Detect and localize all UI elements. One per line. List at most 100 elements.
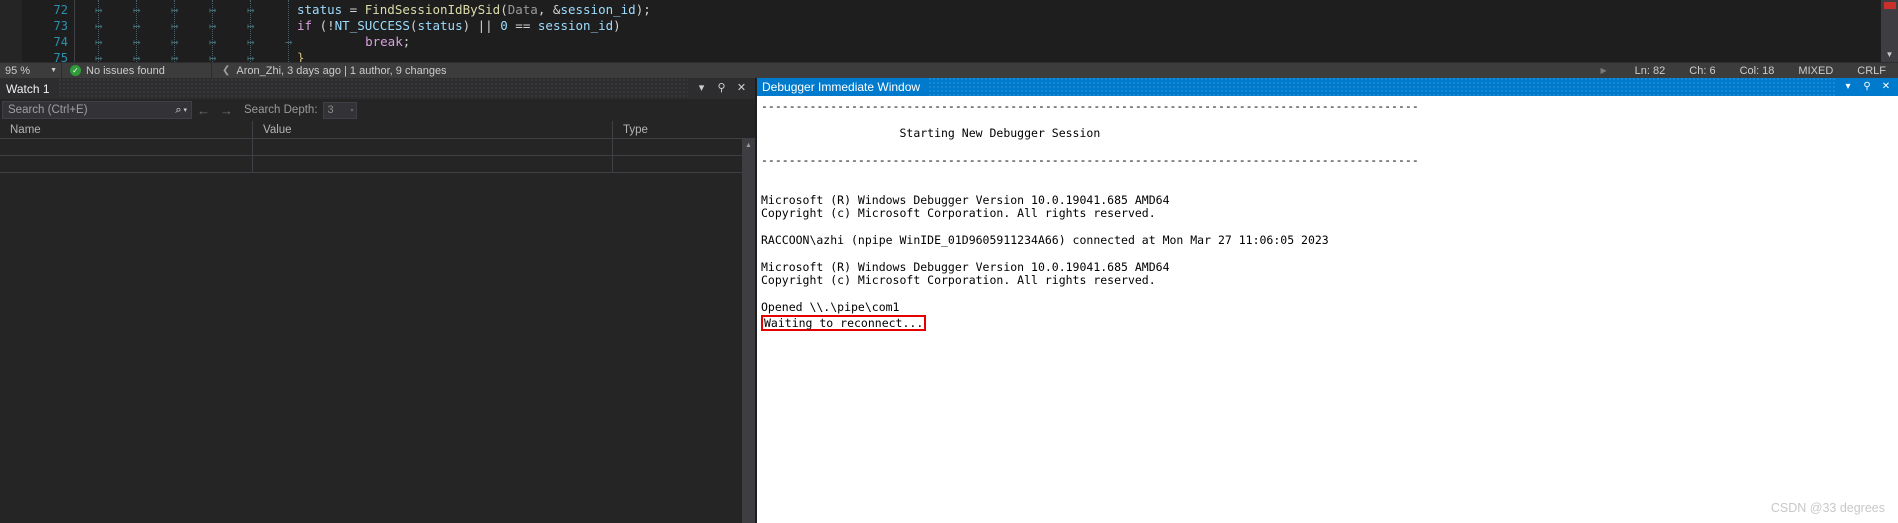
editor-indicator-margin[interactable] [0, 0, 22, 62]
debugger-output-line [761, 221, 1898, 234]
status-eol: CRLF [1857, 64, 1886, 77]
git-blame-info[interactable]: ❮ Aron_Zhi, 3 days ago | 1 author, 9 cha… [212, 63, 447, 79]
editor-status-bar: 95 % ▼ ✓ No issues found ❮ Aron_Zhi, 3 d… [0, 62, 1898, 79]
debugger-output-line: Starting New Debugger Session [761, 125, 1101, 140]
chevron-down-icon[interactable]: ▾ [351, 107, 354, 114]
close-icon[interactable]: ✕ [1881, 81, 1891, 93]
bottom-panels: Watch 1 ▾ ⚲ ✕ Search (Ctrl+E) ⌕ ▾ ← → Se… [0, 78, 1898, 523]
indent-guide [250, 0, 251, 62]
search-depth-input[interactable]: 3 ▾ [322, 101, 357, 119]
search-icon[interactable]: ⌕ [175, 104, 181, 117]
chevron-down-icon[interactable]: ▾ [1843, 81, 1853, 93]
line-number: 72 [53, 3, 68, 17]
table-cell[interactable] [613, 139, 755, 155]
pin-icon[interactable]: ⚲ [1862, 81, 1872, 93]
indent-guide [98, 0, 99, 62]
issues-status[interactable]: ✓ No issues found [62, 62, 212, 79]
table-cell[interactable] [613, 156, 755, 172]
code-line[interactable]: ↦ ↦ ↦ ↦ ↦ if (!NT_SUCCESS(status) || 0 == ses… [75, 18, 1898, 34]
table-row[interactable] [0, 139, 755, 156]
watch-title-drag-dots[interactable] [57, 78, 688, 99]
debugger-title-drag-dots[interactable] [928, 78, 1836, 96]
debugger-output-line [761, 140, 1898, 153]
search-depth-value: 3 [327, 104, 334, 116]
debugger-output-area[interactable]: ----------------------------------------… [757, 96, 1898, 523]
editor-code-area[interactable]: ↦ ↦ ↦ ↦ ↦ status = FindSessionIdBySid(Data, &… [74, 0, 1898, 65]
debugger-output-line: Copyright (c) Microsoft Corporation. All… [761, 273, 1156, 288]
debugger-output-line: ----------------------------------------… [761, 99, 1419, 113]
chevron-down-icon[interactable]: ▾ [696, 82, 707, 95]
status-line: Ln: 82 [1634, 64, 1666, 77]
watch-toolbar: Search (Ctrl+E) ⌕ ▾ ← → Search Depth: 3 … [0, 99, 755, 121]
watch-panel: Watch 1 ▾ ⚲ ✕ Search (Ctrl+E) ⌕ ▾ ← → Se… [0, 78, 757, 523]
line-number: 73 [53, 19, 68, 33]
indent-guide [288, 0, 289, 62]
indent-guide [174, 0, 175, 62]
watch-vertical-scrollbar[interactable]: ▲ [742, 139, 755, 523]
git-blame-label: Aron_Zhi, 3 days ago | 1 author, 9 chang… [236, 64, 447, 77]
table-cell[interactable] [0, 139, 253, 155]
table-cell[interactable] [253, 156, 613, 172]
column-header-name[interactable]: Name [0, 121, 253, 138]
editor-vertical-scrollbar[interactable]: ▼ [1881, 0, 1898, 62]
debugger-title-buttons: ▾ ⚲ ✕ [1836, 81, 1898, 93]
debugger-title-label: Debugger Immediate Window [762, 80, 921, 94]
editor-line-numbers: 72 73 74 75 [22, 0, 74, 65]
watch-column-headers: Name Value Type [0, 121, 755, 139]
debugger-title-bar[interactable]: Debugger Immediate Window ▾ ⚲ ✕ [757, 78, 1898, 96]
column-header-value[interactable]: Value [253, 121, 613, 138]
indent-guide [212, 0, 213, 62]
scrollbar-change-marker [1884, 2, 1896, 9]
play-triangle-icon[interactable]: ▶ [1601, 66, 1607, 75]
zoom-level: 95 % [5, 64, 31, 77]
search-prev-button[interactable]: ← [197, 103, 210, 118]
search-next-button[interactable]: → [220, 103, 233, 118]
watermark: CSDN @33 degrees [1770, 501, 1885, 515]
watch-grid: Name Value Type ▲ [0, 121, 755, 523]
debugger-output-line [761, 180, 1898, 193]
debugger-output-line: Waiting to reconnect... [761, 314, 1898, 331]
debugger-output-line: Microsoft (R) Windows Debugger Version 1… [761, 192, 1170, 207]
indent-guide [136, 0, 137, 62]
column-header-type[interactable]: Type [613, 121, 755, 138]
debugger-output-line: ----------------------------------------… [761, 152, 1419, 167]
table-cell[interactable] [0, 156, 253, 172]
table-cell[interactable] [253, 139, 613, 155]
scroll-up-arrow[interactable]: ▲ [742, 139, 755, 152]
issues-label: No issues found [86, 64, 165, 77]
chevron-down-icon[interactable]: ▾ [183, 106, 187, 114]
close-icon[interactable]: ✕ [736, 82, 747, 95]
code-line[interactable]: ↦ ↦ ↦ ↦ ↦ status = FindSessionIdBySid(Data, &… [75, 2, 1898, 18]
search-placeholder: Search (Ctrl+E) [8, 104, 88, 116]
watch-title-label: Watch 1 [6, 81, 50, 96]
code-line[interactable]: ↦ ↦ ↦ ↦ ↦ → break; [75, 34, 1898, 50]
code-editor[interactable]: 72 73 74 75 ↦ ↦ ↦ ↦ ↦ status = FindSessionIdBySi… [0, 0, 1898, 65]
debugger-output-line [761, 113, 1898, 126]
status-encoding: MIXED [1798, 64, 1834, 77]
debugger-output-line: Opened \\.\pipe\com1 [761, 300, 900, 315]
debugger-immediate-window: Debugger Immediate Window ▾ ⚲ ✕ --------… [757, 78, 1898, 523]
search-input[interactable]: Search (Ctrl+E) ⌕ ▾ [2, 101, 192, 119]
status-col: Col: 18 [1739, 64, 1775, 77]
highlighted-output: Waiting to reconnect... [761, 314, 927, 331]
search-depth-label: Search Depth: [244, 104, 318, 116]
visual-studio-window: 72 73 74 75 ↦ ↦ ↦ ↦ ↦ status = FindSessionIdBySi… [0, 0, 1898, 523]
debugger-output-line: RACCOON\azhi (npipe WinIDE_01D9605911234… [761, 233, 1329, 248]
debugger-output-line: Microsoft (R) Windows Debugger Version 1… [761, 259, 1170, 274]
code-text: if (!NT_SUCCESS(status) || 0 == session_… [297, 18, 621, 33]
code-text: status = FindSessionIdBySid(Data, &sessi… [297, 2, 651, 17]
zoom-control[interactable]: 95 % ▼ [0, 62, 62, 79]
debugger-output-line [761, 167, 1898, 180]
status-char: Ch: 6 [1689, 64, 1716, 77]
chevron-left-icon[interactable]: ❮ [222, 65, 230, 76]
check-circle-icon: ✓ [70, 65, 81, 76]
scrollbar-down-arrow[interactable]: ▼ [1881, 47, 1898, 62]
watch-rows-container[interactable]: ▲ [0, 139, 755, 523]
debugger-output-line: Copyright (c) Microsoft Corporation. All… [761, 206, 1156, 221]
line-number: 74 [53, 35, 68, 49]
code-text: break; [365, 34, 411, 49]
table-row[interactable] [0, 156, 755, 173]
chevron-down-icon[interactable]: ▼ [50, 67, 57, 74]
watch-title-bar[interactable]: Watch 1 ▾ ⚲ ✕ [0, 78, 755, 99]
pin-icon[interactable]: ⚲ [716, 82, 727, 95]
